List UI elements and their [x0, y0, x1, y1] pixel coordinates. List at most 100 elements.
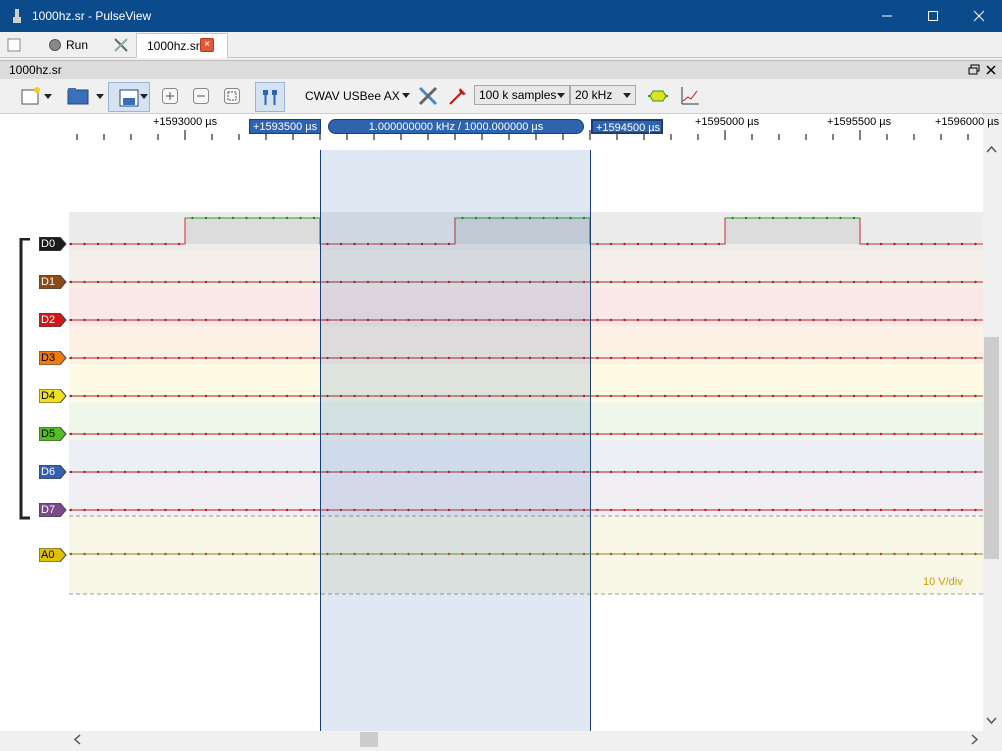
sample-dot: [893, 242, 896, 246]
ruler-tick-label: +1595500 µs: [827, 116, 892, 128]
open-file-button[interactable]: [64, 82, 92, 110]
chevron-down-icon[interactable]: [96, 94, 104, 100]
tab-1000hz[interactable]: 1000hz.sr ×: [136, 33, 228, 58]
probe-config-button[interactable]: [444, 82, 472, 110]
cursor-measure-label[interactable]: 1.000000000 kHz / 1000.000000 µs: [328, 119, 584, 134]
sample-dot: [191, 216, 194, 220]
sample-dot: [744, 216, 748, 220]
channel-label-pane: [0, 114, 69, 731]
channel-label-a0[interactable]: A0: [39, 548, 67, 562]
sample-dot: [677, 242, 680, 246]
sample-dot: [690, 242, 694, 246]
sample-dot: [663, 242, 667, 246]
time-ruler[interactable]: +1593000 µs +1595000 µs +1595500 µs +159…: [69, 114, 999, 150]
zoom-in-icon: [162, 88, 178, 104]
sample-dot: [96, 242, 100, 246]
vertical-scrollbar[interactable]: [983, 140, 1000, 731]
chevron-down-icon: [623, 93, 631, 98]
new-document-icon: [21, 87, 40, 105]
close-window-button[interactable]: [956, 0, 1002, 32]
trace-view[interactable]: 10 V/div: [69, 150, 983, 731]
cursor-right-marker[interactable]: +1594500 µs: [591, 119, 663, 134]
channel-label-d7[interactable]: D7: [39, 503, 67, 517]
zoom-out-button[interactable]: [187, 82, 215, 110]
tab-label: 1000hz.sr: [147, 39, 200, 53]
d0-high-fill: [185, 218, 320, 244]
ruler-tick-label: +1593000 µs: [153, 116, 218, 128]
horizontal-scrollbar[interactable]: [69, 731, 983, 748]
sample-dot: [704, 242, 707, 246]
sample-dot: [825, 216, 829, 220]
sample-dot: [272, 216, 275, 220]
zoom-fit-button[interactable]: [218, 82, 246, 110]
session-settings-button[interactable]: [112, 34, 130, 56]
channel-label-d5[interactable]: D5: [39, 427, 67, 441]
sample-dot: [636, 242, 640, 246]
float-icon[interactable]: [968, 64, 980, 76]
sample-dot: [933, 242, 937, 246]
channel-label-d2[interactable]: D2: [39, 313, 67, 327]
sample-count-select[interactable]: 100 k samples: [474, 85, 570, 105]
view-title: 1000hz.sr: [9, 63, 62, 77]
view-title-bar: 1000hz.sr: [0, 60, 1002, 80]
sample-dot: [947, 242, 950, 246]
sample-dot: [299, 216, 302, 220]
zoom-out-icon: [193, 88, 209, 104]
sample-dot: [812, 216, 815, 220]
cursor-region: [320, 150, 590, 731]
sample-dot: [218, 216, 221, 220]
sample-dot: [164, 242, 167, 246]
new-session-tab-button[interactable]: [6, 34, 22, 56]
run-icon: [49, 39, 61, 51]
main-toolbar: CWAV USBee AX 100 k samples 20 kHz: [0, 79, 1002, 114]
sample-dot: [245, 216, 248, 220]
add-math-button[interactable]: [676, 82, 704, 110]
chevron-down-icon: [557, 93, 565, 98]
new-view-button[interactable]: [16, 82, 44, 110]
pulseview-app-icon: [13, 9, 21, 23]
sample-dot: [717, 242, 721, 246]
sample-dot: [596, 242, 599, 246]
sample-dot: [258, 216, 262, 220]
zoom-in-button[interactable]: [156, 82, 184, 110]
run-button[interactable]: Run: [48, 34, 88, 56]
channel-label-d4[interactable]: D4: [39, 389, 67, 403]
sample-dot: [69, 242, 73, 246]
tools-icon: [418, 86, 438, 106]
window-title: 1000hz.sr - PulseView: [32, 9, 152, 23]
cursor-left-marker[interactable]: +1593500 µs: [249, 119, 321, 134]
decoder-icon: [648, 90, 668, 102]
sample-dot: [150, 242, 154, 246]
sample-dot: [839, 216, 842, 220]
add-decoder-button[interactable]: [644, 82, 672, 110]
minimize-button[interactable]: [864, 0, 910, 32]
sample-rate-select[interactable]: 20 kHz: [570, 85, 636, 105]
chevron-down-icon: [402, 93, 410, 98]
ruler-tick-label: +1596000 µs: [935, 116, 1000, 128]
chevron-down-icon[interactable]: [140, 94, 148, 100]
sample-dot: [110, 242, 113, 246]
channel-label-d3[interactable]: D3: [39, 351, 67, 365]
title-bar: 1000hz.sr - PulseView: [0, 0, 1002, 32]
sample-dot: [879, 242, 883, 246]
sample-rate-value: 20 kHz: [575, 88, 613, 102]
sample-dot: [785, 216, 788, 220]
show-cursors-button[interactable]: [255, 82, 285, 112]
maximize-button[interactable]: [910, 0, 956, 32]
sample-dot: [137, 242, 140, 246]
tools-icon: [114, 38, 128, 52]
device-selector[interactable]: CWAV USBee AX: [300, 85, 412, 107]
device-config-button[interactable]: [414, 82, 442, 110]
chevron-down-icon[interactable]: [44, 94, 52, 100]
probe-icon: [449, 88, 466, 105]
close-tab-icon[interactable]: ×: [200, 38, 214, 52]
channel-label-d0[interactable]: D0: [39, 237, 67, 251]
sample-dot: [852, 216, 856, 220]
channel-label-d6[interactable]: D6: [39, 465, 67, 479]
close-view-icon[interactable]: [985, 64, 997, 76]
channel-label-d1[interactable]: D1: [39, 275, 67, 289]
folder-open-icon: [67, 88, 89, 105]
sample-dot: [771, 216, 775, 220]
sample-dot: [906, 242, 910, 246]
cursors-icon: [263, 90, 277, 105]
